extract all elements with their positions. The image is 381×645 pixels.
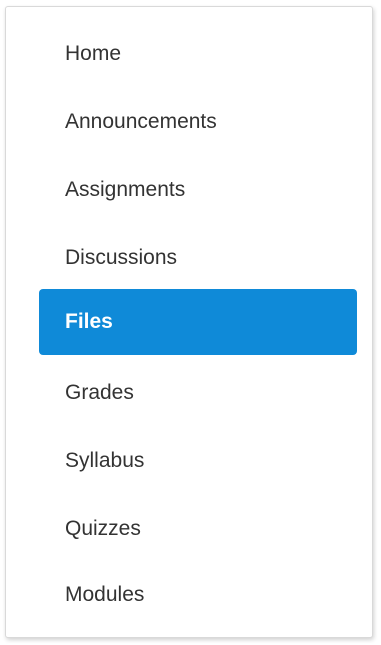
- nav-item-discussions[interactable]: Discussions: [39, 225, 357, 291]
- nav-item-label: Home: [65, 42, 122, 65]
- nav-item-home[interactable]: Home: [39, 21, 357, 87]
- nav-item-label: Quizzes: [65, 517, 141, 540]
- nav-item-label: Assignments: [65, 178, 186, 201]
- nav-item-announcements[interactable]: Announcements: [39, 89, 357, 155]
- nav-item-quizzes[interactable]: Quizzes: [39, 496, 357, 562]
- nav-item-grades[interactable]: Grades: [39, 360, 357, 426]
- nav-item-label: Discussions: [65, 246, 178, 269]
- course-navigation-panel: Home Announcements Assignments Discussio…: [5, 6, 373, 638]
- nav-item-label: Syllabus: [65, 449, 145, 472]
- nav-item-modules[interactable]: Modules: [39, 562, 357, 628]
- nav-item-label: Grades: [65, 381, 134, 404]
- nav-item-syllabus[interactable]: Syllabus: [39, 428, 357, 494]
- nav-item-label: Modules: [65, 583, 145, 606]
- nav-item-assignments[interactable]: Assignments: [39, 157, 357, 223]
- nav-item-label: Files: [65, 310, 113, 333]
- nav-item-files[interactable]: Files: [39, 289, 357, 355]
- nav-item-label: Announcements: [65, 110, 217, 133]
